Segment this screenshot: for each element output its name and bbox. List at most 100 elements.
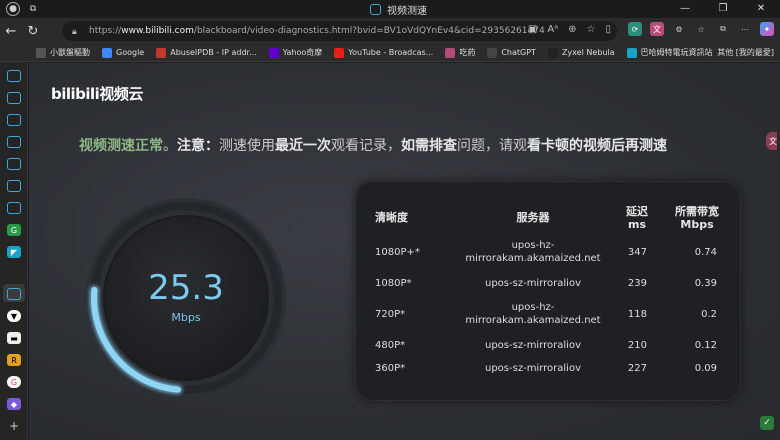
abuseipdb-icon xyxy=(156,47,167,58)
tab-active[interactable]: 视频测速 xyxy=(370,2,427,17)
address-bar[interactable]: 🔒︎ https://www.bilibili.com/blackboard/v… xyxy=(62,21,617,41)
left-sidebar: G ◤ ▼ ▬ R G ◆ + xyxy=(0,62,28,440)
bookmark-label: 吃葯 xyxy=(459,48,476,57)
bilibili-tab-icon[interactable] xyxy=(7,70,21,82)
bahamut-icon[interactable]: ◤ xyxy=(7,246,21,258)
row-bandwidth: 0.74 xyxy=(694,247,717,258)
row-quality: 360P* xyxy=(375,363,406,374)
notice-label: 注意： xyxy=(177,138,219,154)
collections-icon[interactable]: ⧉ xyxy=(716,22,730,36)
close-button[interactable]: ✕ xyxy=(742,0,780,18)
bilibili-tab-icon[interactable] xyxy=(7,288,21,300)
row-latency: 239 xyxy=(627,278,647,289)
minimize-button[interactable]: — xyxy=(666,0,704,18)
favorites-icon[interactable]: ☆ xyxy=(694,22,708,36)
media-app-icon[interactable]: ▼ xyxy=(7,310,21,322)
row-bandwidth: 0.2 xyxy=(701,309,717,320)
zoom-icon[interactable]: ⊕ xyxy=(568,24,576,35)
bookmark-item[interactable]: 小獸盤驅動 xyxy=(36,47,90,58)
bookmark-item[interactable]: 巴哈姆特電玩資訊站 xyxy=(626,47,713,58)
google-icon xyxy=(102,47,112,58)
bookmark-item[interactable]: Yahoo奇摩 xyxy=(268,47,322,58)
bookmark-item[interactable]: YouTube - Broadcas... xyxy=(334,47,434,58)
bilibili-tab-icon[interactable] xyxy=(7,202,21,214)
row-quality: 1080P+* xyxy=(375,247,420,258)
bilibili-tab-icon[interactable] xyxy=(7,114,21,126)
r-app-icon[interactable]: R xyxy=(7,354,21,366)
results-panel: 清晰度 服务器 延迟 ms 所需带宽 Mbps 1080P+* upos-hz-mi… xyxy=(355,181,741,401)
row-latency: 347 xyxy=(627,247,647,258)
security-shield-icon[interactable]: ✓ xyxy=(760,416,774,430)
qr-code-icon[interactable]: ▣ xyxy=(528,24,537,35)
status-notice: 视频测速正常。注意：测速使用最近一次观看记录，如需排查问题，请观看卡顿的视频后再… xyxy=(79,135,739,155)
refresh-icon[interactable]: ↻ xyxy=(22,24,44,39)
speed-gauge: 25.3 Mbps xyxy=(81,193,291,403)
add-tab-icon[interactable]: + xyxy=(7,419,21,433)
bookmark-item[interactable]: 吃葯 xyxy=(445,47,475,58)
google-icon[interactable]: G xyxy=(7,376,21,388)
bookmarks-bar: 小獸盤驅動 Google AbuseIPDB - IP addr... Yahoo奇摩… xyxy=(0,44,780,62)
maximize-button[interactable]: ❐ xyxy=(704,0,742,18)
split-screen-icon[interactable]: ▯ xyxy=(605,24,611,35)
header-bandwidth-unit: Mbps xyxy=(680,218,714,231)
game-app-icon[interactable]: ▬ xyxy=(7,332,21,344)
notice-text: 测速使用 xyxy=(219,138,275,154)
read-aloud-icon[interactable]: Aᵃ xyxy=(547,24,558,35)
pill-icon xyxy=(445,47,456,58)
layers-app-icon[interactable]: ◆ xyxy=(7,398,21,410)
bilibili-tab-icon xyxy=(370,4,381,15)
row-quality: 1080P* xyxy=(375,278,412,289)
translate-extension-icon[interactable]: 文 xyxy=(650,22,664,36)
green-app-icon[interactable]: G xyxy=(7,224,21,236)
favorite-star-icon[interactable]: ☆ xyxy=(587,24,596,35)
page-content: bilibili视频云 视频测速正常。注意：测速使用最近一次观看记录，如需排查问… xyxy=(29,63,780,440)
row-server: upos-hz-mirrorakam.akamaized.net xyxy=(455,239,611,265)
bahamut-icon xyxy=(626,47,637,58)
header-latency-label: 延迟 xyxy=(626,205,648,218)
sync-extension-icon[interactable]: ⟳ xyxy=(628,22,642,36)
other-favorites-label: 其他 [我的最愛] xyxy=(717,48,774,57)
bookmark-item[interactable]: Google xyxy=(102,47,144,58)
profile-icon[interactable]: ● xyxy=(6,2,20,16)
bilibili-tab-icon[interactable] xyxy=(7,136,21,148)
copilot-icon[interactable]: ✦ xyxy=(760,22,774,36)
row-quality: 720P* xyxy=(375,309,406,320)
back-arrow-icon[interactable]: ← xyxy=(0,24,22,39)
notice-text: 记录， xyxy=(359,138,401,154)
speed-value: 25.3 xyxy=(148,268,224,308)
row-bandwidth: 0.09 xyxy=(694,363,717,374)
puzzle-icon xyxy=(36,47,46,58)
row-bandwidth: 0.39 xyxy=(694,278,717,289)
extensions-puzzle-icon[interactable]: ⚙ xyxy=(672,22,686,36)
chatgpt-icon xyxy=(487,47,498,58)
notice-text: 观看 xyxy=(331,138,359,154)
lock-icon[interactable]: 🔒︎ xyxy=(72,27,81,37)
header-latency-unit: ms xyxy=(627,218,646,231)
bilibili-tab-icon[interactable] xyxy=(7,92,21,104)
bilibili-logo: bilibili视频云 xyxy=(51,85,143,103)
notice-text: 最近一次 xyxy=(275,138,331,154)
yahoo-icon xyxy=(268,47,279,58)
row-latency: 210 xyxy=(627,340,647,351)
notice-text: 看卡顿的视频后再测速 xyxy=(527,138,667,154)
other-favorites-folder[interactable]: 其他 [我的最愛] xyxy=(717,47,774,58)
notice-text: 问题，请观 xyxy=(457,138,527,154)
zyxel-icon xyxy=(547,47,558,58)
row-server: upos-sz-mirroraliov xyxy=(485,363,581,374)
notice-text: 如需排查 xyxy=(401,138,457,154)
bilibili-tab-icon[interactable] xyxy=(7,158,21,170)
notice-separator: 。 xyxy=(163,138,177,154)
bookmark-item[interactable]: AbuseIPDB - IP addr... xyxy=(156,47,257,58)
bookmark-label: YouTube - Broadcas... xyxy=(348,48,434,57)
workspaces-icon[interactable]: ⧉ xyxy=(26,2,40,16)
bookmark-item[interactable]: ChatGPT xyxy=(487,47,536,58)
bookmark-item[interactable]: Zyxel Nebula xyxy=(547,47,615,58)
settings-more-icon[interactable]: ⋯ xyxy=(738,22,752,36)
tab-title: 视频测速 xyxy=(387,6,427,17)
bookmark-label: 巴哈姆特電玩資訊站 xyxy=(640,48,713,57)
bookmark-label: AbuseIPDB - IP addr... xyxy=(170,48,257,57)
header-server: 服务器 xyxy=(516,211,550,224)
bilibili-tab-icon[interactable] xyxy=(7,180,21,192)
row-quality: 480P* xyxy=(375,340,406,351)
row-bandwidth: 0.12 xyxy=(694,340,717,351)
